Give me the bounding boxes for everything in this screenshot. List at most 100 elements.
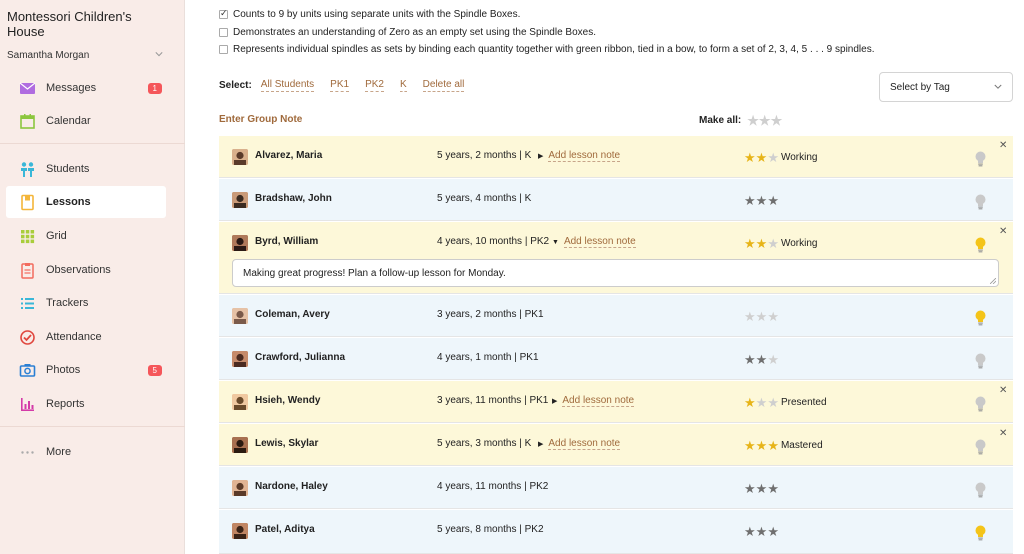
sidebar-item-label: Grid [46,230,67,242]
delete-all-link[interactable]: Delete all [422,79,465,92]
sidebar-item-messages[interactable]: Messages 1 [6,72,166,104]
close-icon[interactable]: ✕ [999,385,1007,396]
select-pk2-link[interactable]: PK2 [365,79,384,92]
star-icon[interactable]: ★ [744,439,756,452]
lesson-note-textarea[interactable]: Making great progress! Plan a follow-up … [232,259,999,287]
sidebar-item-grid[interactable]: Grid [6,220,166,252]
add-lesson-note-link[interactable]: Add lesson note [562,395,635,407]
lightbulb-icon[interactable] [975,525,986,541]
rating-stars[interactable]: ★ ★ ★ [744,237,779,250]
lightbulb-icon[interactable] [975,310,986,326]
lightbulb-icon[interactable] [975,151,986,167]
star-icon[interactable]: ★ [744,237,756,250]
sidebar-item-reports[interactable]: Reports [6,388,166,420]
sidebar-item-students[interactable]: Students [6,153,166,185]
sidebar-item-calendar[interactable]: Calendar [6,105,166,137]
star-icon[interactable]: ★ [756,353,768,366]
star-icon[interactable]: ★ [756,396,768,409]
student-name[interactable]: Hsieh, Wendy [255,395,320,406]
sidebar-item-more[interactable]: More [6,436,166,468]
lightbulb-icon[interactable] [975,194,986,210]
sidebar-item-lessons[interactable]: Lessons [6,186,166,218]
student-name[interactable]: Lewis, Skylar [255,438,318,449]
rating-stars[interactable]: ★ ★ ★ [744,396,779,409]
select-all-students-link[interactable]: All Students [260,79,315,92]
lightbulb-icon[interactable] [975,482,986,498]
student-name[interactable]: Byrd, William [255,236,318,247]
rating-stars[interactable]: ★ ★ ★ [744,439,779,452]
star-icon[interactable]: ★ [767,310,779,323]
close-icon[interactable]: ✕ [999,428,1007,439]
add-lesson-note-link[interactable]: Add lesson note [563,236,636,248]
star-icon[interactable]: ★ [756,310,768,323]
student-name[interactable]: Patel, Aditya [255,524,315,535]
student-name[interactable]: Coleman, Avery [255,309,330,320]
rating-stars[interactable]: ★ ★ ★ [744,194,779,207]
star-icon[interactable]: ★ [756,525,768,538]
star-icon[interactable]: ★ [744,353,756,366]
add-lesson-note-link[interactable]: Add lesson note [548,150,621,162]
star-icon[interactable]: ★ [771,114,783,127]
close-icon[interactable]: ✕ [999,226,1007,237]
star-icon[interactable]: ★ [744,525,756,538]
lightbulb-icon[interactable] [975,237,986,253]
user-name[interactable]: Samantha Morgan [7,50,89,61]
star-icon[interactable]: ★ [744,310,756,323]
rating-stars[interactable]: ★ ★ ★ [744,482,779,495]
star-icon[interactable]: ★ [767,151,779,164]
select-by-tag-dropdown[interactable]: Select by Tag [879,72,1013,102]
star-icon[interactable]: ★ [747,114,759,127]
sidebar-item-photos[interactable]: Photos 5 [6,354,166,386]
star-icon[interactable]: ★ [767,525,779,538]
select-pk1-link[interactable]: PK1 [330,79,350,92]
criterion-checkbox[interactable] [219,45,228,54]
lightbulb-icon[interactable] [975,439,986,455]
star-icon[interactable]: ★ [767,237,779,250]
enter-group-note-link[interactable]: Enter Group Note [219,114,302,125]
select-k-link[interactable]: K [399,79,407,92]
rating-stars[interactable]: ★ ★ ★ [744,353,779,366]
student-name[interactable]: Crawford, Julianna [255,352,345,363]
star-icon[interactable]: ★ [756,482,768,495]
criterion-checkbox[interactable] [219,8,228,19]
star-icon[interactable]: ★ [767,439,779,452]
star-icon[interactable]: ★ [744,194,756,207]
chevron-down-icon[interactable] [155,50,163,58]
star-icon[interactable]: ★ [744,151,756,164]
star-icon[interactable]: ★ [756,194,768,207]
student-name[interactable]: Alvarez, Maria [255,150,322,161]
student-row: Bradshaw, John 5 years, 4 months | K ★ ★ ★ [219,179,1013,221]
star-icon[interactable]: ★ [759,114,771,127]
star-icon[interactable]: ★ [767,482,779,495]
star-icon[interactable]: ★ [767,194,779,207]
add-lesson-note-toggle[interactable]: ▶ Add lesson note [538,150,621,162]
add-lesson-note-link[interactable]: Add lesson note [548,438,621,450]
student-name[interactable]: Bradshaw, John [255,193,332,204]
sidebar-item-attendance[interactable]: Attendance [6,321,166,353]
star-icon[interactable]: ★ [756,439,768,452]
add-lesson-note-toggle[interactable]: ▶ Add lesson note [538,438,621,450]
add-lesson-note-toggle[interactable]: ▼ Add lesson note [552,236,636,248]
rating-stars[interactable]: ★ ★ ★ [744,525,779,538]
rating-stars[interactable]: ★ ★ ★ [744,151,779,164]
star-icon[interactable]: ★ [744,482,756,495]
rating-stars[interactable]: ★ ★ ★ [744,310,779,323]
sidebar-item-observations[interactable]: Observations [6,254,166,286]
add-lesson-note-toggle[interactable]: ▶ Add lesson note [552,395,635,407]
lightbulb-icon[interactable] [975,353,986,369]
star-icon[interactable]: ★ [767,353,779,366]
star-icon[interactable]: ★ [756,237,768,250]
student-name[interactable]: Nardone, Haley [255,481,328,492]
make-all-stars[interactable]: ★ ★ ★ [747,114,782,127]
lightbulb-icon[interactable] [975,396,986,412]
criterion-row[interactable]: Counts to 9 by units using separate unit… [219,8,520,20]
star-icon[interactable]: ★ [744,396,756,409]
star-icon[interactable]: ★ [767,396,779,409]
star-icon[interactable]: ★ [756,151,768,164]
criterion-row[interactable]: Represents individual spindles as sets b… [219,44,875,55]
close-icon[interactable]: ✕ [999,140,1007,151]
criterion-checkbox[interactable] [219,28,228,37]
criterion-row[interactable]: Demonstrates an understanding of Zero as… [219,27,596,38]
resize-grip-icon[interactable] [990,278,996,284]
sidebar-item-trackers[interactable]: Trackers [6,287,166,319]
